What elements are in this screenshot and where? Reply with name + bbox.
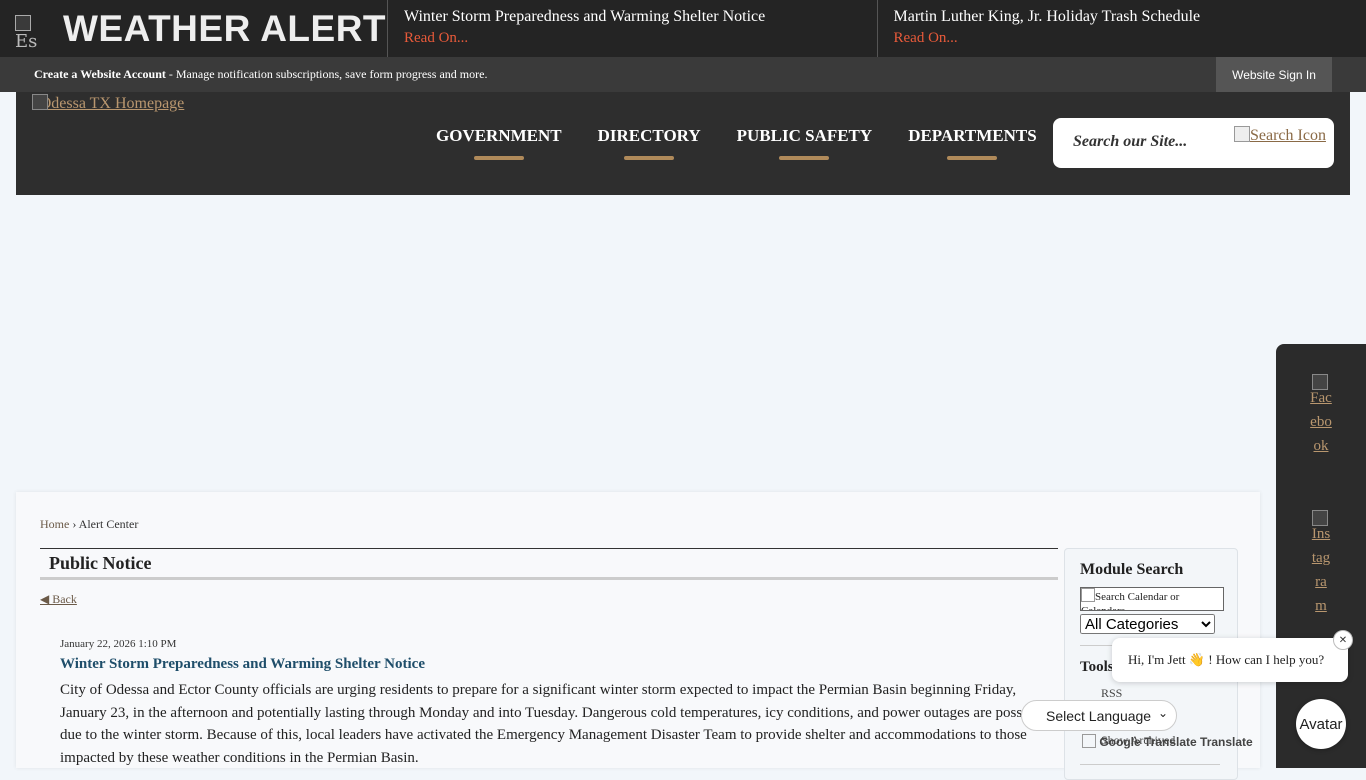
nav-government[interactable]: GOVERNMENT	[418, 126, 580, 160]
chat-avatar-button[interactable]: Avatar	[1296, 699, 1346, 749]
rss-link[interactable]: RSS	[1101, 686, 1122, 701]
close-icon[interactable]: ✕	[1333, 630, 1353, 650]
back-link[interactable]: ◀ Back	[40, 592, 77, 607]
chevron-down-icon: ⌄	[1158, 706, 1168, 720]
alert-title: WEATHER ALERT	[63, 8, 386, 50]
nav-directory[interactable]: DIRECTORY	[580, 126, 719, 160]
read-on-link[interactable]: Read On...	[894, 30, 1351, 47]
weather-alert-bar: Es WEATHER ALERT Winter Storm Preparedne…	[0, 0, 1366, 57]
alert-item-1[interactable]: Winter Storm Preparedness and Warming Sh…	[388, 0, 878, 57]
alert-icon: Es	[15, 9, 55, 49]
alert-item-2[interactable]: Martin Luther King, Jr. Holiday Trash Sc…	[878, 0, 1366, 57]
account-message: Create a Website Account - Manage notifi…	[34, 67, 487, 82]
alert-item-title[interactable]: Winter Storm Preparedness and Warming Sh…	[404, 8, 861, 26]
search-icon	[1081, 588, 1095, 602]
logo-image-icon	[32, 94, 48, 110]
post-title[interactable]: Winter Storm Preparedness and Warming Sh…	[60, 656, 425, 673]
post-date: January 22, 2026 1:10 PM	[60, 638, 176, 650]
search-icon	[1234, 126, 1250, 142]
instagram-link[interactable]: Instagram	[1310, 510, 1332, 618]
language-select[interactable]: Select Language ⌄	[1021, 700, 1177, 731]
chat-bubble[interactable]: Hi, I'm Jett 👋 ! How can I help you?	[1112, 638, 1348, 682]
google-translate-label: Google Translate Translate	[1082, 734, 1253, 749]
instagram-icon	[1312, 510, 1328, 526]
sign-in-button[interactable]: Website Sign In	[1216, 57, 1332, 92]
module-search-input[interactable]: Search Calendar or Calendars	[1080, 587, 1224, 611]
breadcrumb-home[interactable]: Home	[40, 517, 69, 531]
page-title: Public Notice	[49, 553, 151, 574]
facebook-link[interactable]: Facebook	[1310, 374, 1332, 458]
chat-message: Hi, I'm Jett 👋 ! How can I help you?	[1128, 652, 1324, 668]
alert-item-title[interactable]: Martin Luther King, Jr. Holiday Trash Sc…	[894, 8, 1351, 26]
breadcrumb-current: Alert Center	[79, 517, 139, 531]
section-header: Public Notice	[40, 548, 1058, 580]
logo-alt-text[interactable]: Odessa TX Homepage	[40, 95, 185, 112]
tools-title: Tools	[1080, 659, 1114, 676]
nav-public-safety[interactable]: PUBLIC SAFETY	[719, 126, 891, 160]
post-body: City of Odessa and Ector County official…	[60, 679, 1060, 769]
breadcrumb: Home › Alert Center	[40, 517, 138, 532]
homepage-logo-link[interactable]: Odessa TX Homepage	[32, 92, 192, 116]
alert-header: Es WEATHER ALERT	[0, 0, 388, 57]
google-translate-icon	[1082, 734, 1096, 748]
category-select[interactable]: All Categories	[1080, 614, 1215, 634]
divider	[1080, 764, 1220, 765]
search-button[interactable]: Search Icon	[1234, 126, 1326, 145]
module-search-title: Module Search	[1080, 561, 1183, 579]
facebook-icon	[1312, 374, 1328, 390]
account-bar: Create a Website Account - Manage notifi…	[0, 57, 1366, 92]
site-header: Odessa TX Homepage GOVERNMENT DIRECTORY …	[16, 92, 1350, 195]
nav-departments[interactable]: DEPARTMENTS	[890, 126, 1055, 160]
site-search: Search Icon	[1053, 118, 1334, 168]
site-search-input[interactable]	[1071, 132, 1235, 152]
create-account-link[interactable]: Create a Website Account	[34, 67, 166, 81]
read-on-link[interactable]: Read On...	[404, 30, 861, 47]
main-nav: GOVERNMENT DIRECTORY PUBLIC SAFETY DEPAR…	[418, 126, 1055, 160]
